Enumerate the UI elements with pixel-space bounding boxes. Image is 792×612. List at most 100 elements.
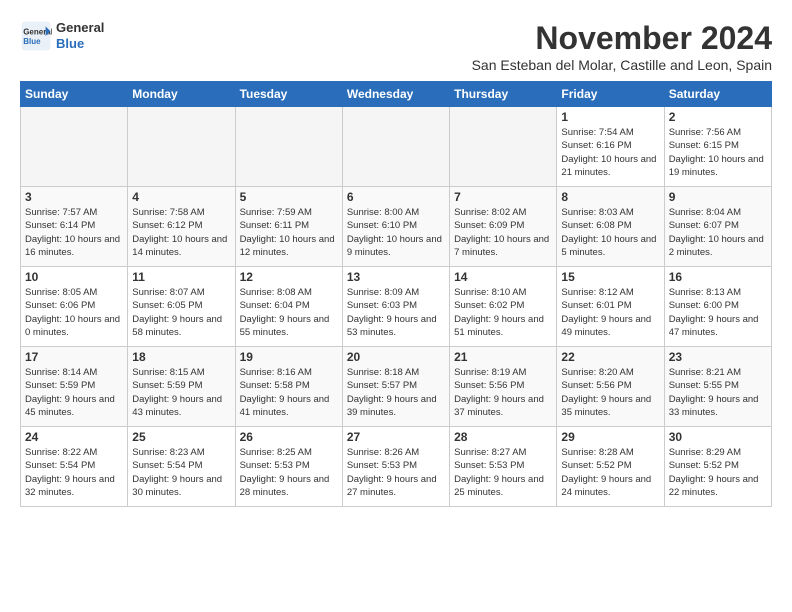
calendar-cell: 27 Sunrise: 8:26 AMSunset: 5:53 PMDayligh… [342,427,449,507]
calendar-cell: 30 Sunrise: 8:29 AMSunset: 5:52 PMDayligh… [664,427,771,507]
svg-text:Blue: Blue [23,37,41,46]
calendar-cell: 5Sunrise: 7:59 AMSunset: 6:11 PMDaylight… [235,187,342,267]
week-row-4: 17 Sunrise: 8:14 AMSunset: 5:59 PMDayligh… [21,347,772,427]
day-info: Sunrise: 8:03 AMSunset: 6:08 PMDaylight:… [561,206,659,259]
calendar-cell: 26 Sunrise: 8:25 AMSunset: 5:53 PMDayligh… [235,427,342,507]
day-info: Sunrise: 8:16 AMSunset: 5:58 PMDaylight:… [240,366,338,419]
calendar-cell: 7 Sunrise: 8:02 AMSunset: 6:09 PMDaylight… [450,187,557,267]
day-info: Sunrise: 8:20 AMSunset: 5:56 PMDaylight:… [561,366,659,419]
calendar-cell: 14Sunrise: 8:10 AMSunset: 6:02 PMDayligh… [450,267,557,347]
day-number: 24 [25,430,123,444]
day-number: 8 [561,190,659,204]
week-row-5: 24 Sunrise: 8:22 AMSunset: 5:54 PMDayligh… [21,427,772,507]
day-info: Sunrise: 7:54 AMSunset: 6:16 PMDaylight:… [561,126,659,179]
day-number: 11 [132,270,230,284]
weekday-header-thursday: Thursday [450,82,557,107]
day-number: 16 [669,270,767,284]
day-number: 26 [240,430,338,444]
weekday-header-saturday: Saturday [664,82,771,107]
calendar-cell [128,107,235,187]
calendar-cell: 20Sunrise: 8:18 AMSunset: 5:57 PMDayligh… [342,347,449,427]
calendar-cell: 22Sunrise: 8:20 AMSunset: 5:56 PMDayligh… [557,347,664,427]
calendar-cell: 11 Sunrise: 8:07 AMSunset: 6:05 PMDayligh… [128,267,235,347]
day-info: Sunrise: 8:04 AMSunset: 6:07 PMDaylight:… [669,206,767,259]
calendar-cell: 25 Sunrise: 8:23 AMSunset: 5:54 PMDayligh… [128,427,235,507]
day-number: 27 [347,430,445,444]
calendar-cell: 29 Sunrise: 8:28 AMSunset: 5:52 PMDayligh… [557,427,664,507]
day-info: Sunrise: 8:14 AMSunset: 5:59 PMDaylight:… [25,366,123,419]
calendar-cell: 9Sunrise: 8:04 AMSunset: 6:07 PMDaylight… [664,187,771,267]
day-number: 1 [561,110,659,124]
day-info: Sunrise: 8:29 AMSunset: 5:52 PMDaylight:… [669,446,767,499]
day-number: 15 [561,270,659,284]
day-info: Sunrise: 8:09 AMSunset: 6:03 PMDaylight:… [347,286,445,339]
calendar-cell: 12 Sunrise: 8:08 AMSunset: 6:04 PMDayligh… [235,267,342,347]
week-row-2: 3 Sunrise: 7:57 AMSunset: 6:14 PMDaylight… [21,187,772,267]
calendar-cell: 10Sunrise: 8:05 AMSunset: 6:06 PMDayligh… [21,267,128,347]
day-info: Sunrise: 7:56 AMSunset: 6:15 PMDaylight:… [669,126,767,179]
day-number: 30 [669,430,767,444]
day-number: 5 [240,190,338,204]
day-number: 25 [132,430,230,444]
calendar-cell: 16 Sunrise: 8:13 AMSunset: 6:00 PMDayligh… [664,267,771,347]
calendar-cell: 2 Sunrise: 7:56 AMSunset: 6:15 PMDaylight… [664,107,771,187]
calendar-cell: 6 Sunrise: 8:00 AMSunset: 6:10 PMDaylight… [342,187,449,267]
day-number: 13 [347,270,445,284]
location-title: San Esteban del Molar, Castille and Leon… [472,57,772,73]
day-number: 23 [669,350,767,364]
day-number: 6 [347,190,445,204]
day-info: Sunrise: 7:58 AMSunset: 6:12 PMDaylight:… [132,206,230,259]
logo-blue: Blue [56,36,104,52]
week-row-3: 10Sunrise: 8:05 AMSunset: 6:06 PMDayligh… [21,267,772,347]
calendar-table: SundayMondayTuesdayWednesdayThursdayFrid… [20,81,772,507]
weekday-header-row: SundayMondayTuesdayWednesdayThursdayFrid… [21,82,772,107]
calendar-cell: 21Sunrise: 8:19 AMSunset: 5:56 PMDayligh… [450,347,557,427]
day-info: Sunrise: 8:08 AMSunset: 6:04 PMDaylight:… [240,286,338,339]
logo-icon: General Blue [20,20,52,52]
day-number: 17 [25,350,123,364]
day-number: 12 [240,270,338,284]
day-info: Sunrise: 8:00 AMSunset: 6:10 PMDaylight:… [347,206,445,259]
calendar-cell: 3 Sunrise: 7:57 AMSunset: 6:14 PMDaylight… [21,187,128,267]
day-info: Sunrise: 8:26 AMSunset: 5:53 PMDaylight:… [347,446,445,499]
day-number: 21 [454,350,552,364]
weekday-header-friday: Friday [557,82,664,107]
weekday-header-tuesday: Tuesday [235,82,342,107]
calendar-cell: 13 Sunrise: 8:09 AMSunset: 6:03 PMDayligh… [342,267,449,347]
day-info: Sunrise: 8:15 AMSunset: 5:59 PMDaylight:… [132,366,230,419]
day-info: Sunrise: 8:27 AMSunset: 5:53 PMDaylight:… [454,446,552,499]
day-number: 2 [669,110,767,124]
calendar-cell [450,107,557,187]
day-info: Sunrise: 8:05 AMSunset: 6:06 PMDaylight:… [25,286,123,339]
day-info: Sunrise: 8:07 AMSunset: 6:05 PMDaylight:… [132,286,230,339]
calendar-cell: 18Sunrise: 8:15 AMSunset: 5:59 PMDayligh… [128,347,235,427]
day-info: Sunrise: 8:10 AMSunset: 6:02 PMDaylight:… [454,286,552,339]
weekday-header-monday: Monday [128,82,235,107]
day-info: Sunrise: 8:13 AMSunset: 6:00 PMDaylight:… [669,286,767,339]
day-number: 3 [25,190,123,204]
day-info: Sunrise: 8:22 AMSunset: 5:54 PMDaylight:… [25,446,123,499]
day-info: Sunrise: 8:02 AMSunset: 6:09 PMDaylight:… [454,206,552,259]
logo-general: General [56,20,104,36]
logo: General Blue General Blue [20,20,104,52]
day-info: Sunrise: 8:21 AMSunset: 5:55 PMDaylight:… [669,366,767,419]
calendar-cell [21,107,128,187]
day-info: Sunrise: 8:23 AMSunset: 5:54 PMDaylight:… [132,446,230,499]
day-number: 4 [132,190,230,204]
calendar-cell: 28 Sunrise: 8:27 AMSunset: 5:53 PMDayligh… [450,427,557,507]
calendar-cell [235,107,342,187]
day-info: Sunrise: 8:18 AMSunset: 5:57 PMDaylight:… [347,366,445,419]
day-number: 29 [561,430,659,444]
calendar-cell [342,107,449,187]
week-row-1: 1 Sunrise: 7:54 AMSunset: 6:16 PMDaylight… [21,107,772,187]
title-section: November 2024 San Esteban del Molar, Cas… [472,20,772,73]
day-number: 28 [454,430,552,444]
calendar-cell: 17 Sunrise: 8:14 AMSunset: 5:59 PMDayligh… [21,347,128,427]
calendar-cell: 8 Sunrise: 8:03 AMSunset: 6:08 PMDaylight… [557,187,664,267]
month-title: November 2024 [472,20,772,57]
day-info: Sunrise: 8:28 AMSunset: 5:52 PMDaylight:… [561,446,659,499]
day-number: 7 [454,190,552,204]
day-info: Sunrise: 7:57 AMSunset: 6:14 PMDaylight:… [25,206,123,259]
weekday-header-sunday: Sunday [21,82,128,107]
day-info: Sunrise: 8:25 AMSunset: 5:53 PMDaylight:… [240,446,338,499]
